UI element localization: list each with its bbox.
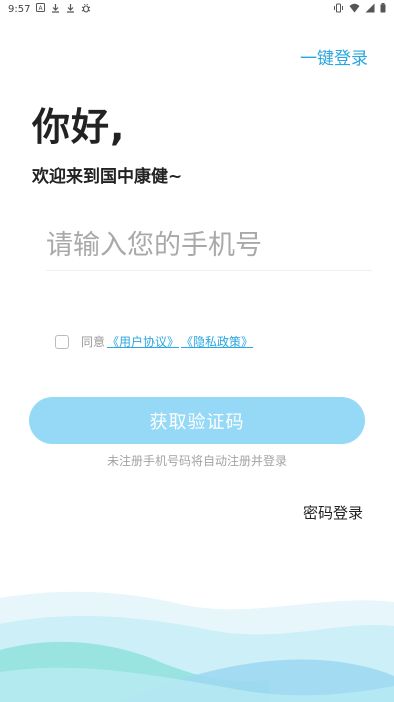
agreement-checkbox[interactable] — [55, 334, 69, 349]
svg-text:A: A — [39, 5, 44, 12]
user-agreement-link[interactable]: 《用户协议》 — [107, 333, 179, 350]
vibrate-icon — [333, 3, 344, 16]
one-key-login-link[interactable]: 一键登录 — [300, 44, 368, 69]
battery-icon — [380, 2, 386, 16]
status-bar: 9:57 A — [0, 0, 394, 18]
agreement-row: 同意 《用户协议》 《隐私政策》 — [55, 333, 253, 350]
wifi-icon — [349, 3, 360, 16]
decorative-waves — [0, 591, 394, 702]
get-code-button[interactable]: 获取验证码 — [29, 397, 365, 444]
bug-icon — [81, 3, 91, 16]
phone-field — [46, 222, 372, 271]
signal-icon — [365, 3, 375, 16]
greeting-title: 你好, — [32, 105, 126, 149]
download-icon — [51, 3, 60, 16]
greeting-subtitle: 欢迎来到国中康健~ — [32, 167, 183, 187]
download-icon — [66, 3, 75, 16]
status-time: 9:57 — [8, 3, 31, 15]
agreement-prefix: 同意 — [81, 335, 106, 349]
privacy-policy-link[interactable]: 《隐私政策》 — [181, 333, 253, 350]
a-box-icon: A — [36, 3, 46, 15]
status-left: 9:57 A — [8, 3, 91, 16]
phone-input[interactable] — [46, 222, 372, 268]
password-login-link[interactable]: 密码登录 — [303, 502, 363, 523]
status-right — [333, 2, 386, 16]
auto-register-hint: 未注册手机号码将自动注册并登录 — [106, 454, 287, 468]
